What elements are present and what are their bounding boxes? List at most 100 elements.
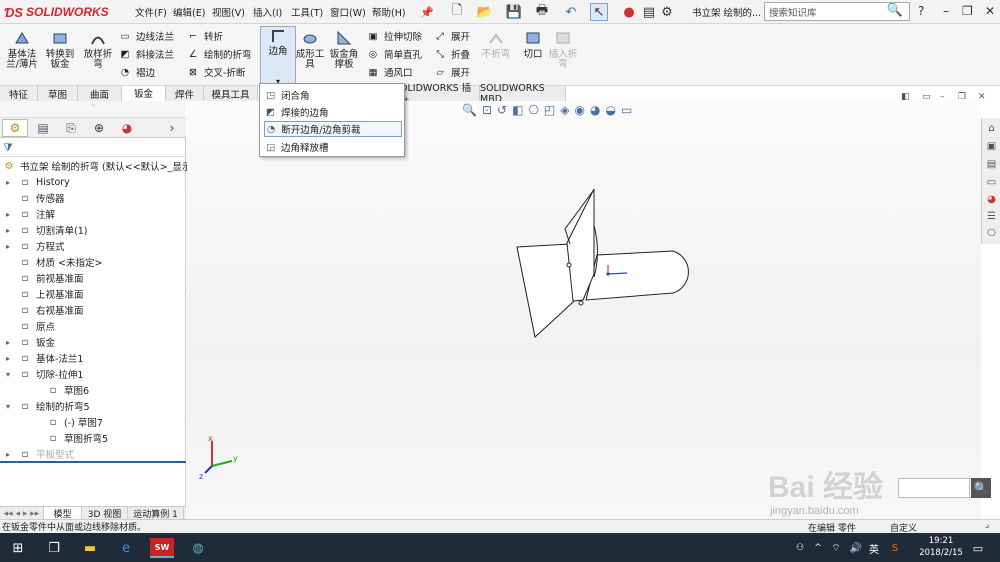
previous-view-icon[interactable]: ↺ bbox=[497, 103, 507, 123]
tree-expand-arrow[interactable]: ▸ bbox=[6, 338, 14, 347]
feature-tree-tab-icon[interactable]: ⚙ bbox=[2, 119, 28, 137]
menu-file[interactable]: 文件(F) bbox=[135, 5, 167, 19]
insert-bends-button[interactable]: 插入折 弯 bbox=[545, 28, 581, 84]
appearances-icon[interactable]: ◕ bbox=[984, 192, 999, 206]
solidworks-logo[interactable]: ƊS SOLIDWORKS bbox=[4, 3, 112, 21]
tab-mbd[interactable]: SOLIDWORKS MBD bbox=[480, 83, 566, 105]
dimxpert-tab-icon[interactable]: ⊕ bbox=[86, 119, 112, 137]
unbend-button[interactable]: 不折弯 bbox=[478, 28, 514, 84]
view-orientation-icon[interactable]: ◰ bbox=[544, 103, 555, 123]
help-icon[interactable]: ? bbox=[918, 4, 924, 18]
tree-item[interactable]: ▸ ▫ 钣金 bbox=[6, 334, 55, 350]
solidworks-taskbar-icon[interactable]: SW bbox=[150, 538, 174, 558]
tree-item[interactable]: ▫ (-) 草图7 bbox=[34, 414, 103, 430]
tray-user-icon[interactable]: ⚇ bbox=[790, 538, 810, 558]
viewport-restore-icon[interactable]: ◧ bbox=[901, 92, 910, 102]
sogou-ime-icon[interactable]: S bbox=[885, 538, 905, 558]
menu-item-closed-corner[interactable]: ◳ 闭合角 bbox=[264, 87, 402, 103]
file-explorer-taskbar-icon[interactable]: ▬ bbox=[80, 538, 100, 558]
rollback-bar[interactable] bbox=[0, 461, 186, 463]
tree-item[interactable]: ▸ ▫ 平板型式 bbox=[6, 446, 74, 462]
sketched-bend-button[interactable]: ∠ 绘制的折弯 bbox=[186, 46, 252, 62]
convert-to-sheetmetal-button[interactable]: 转换到 钣金 bbox=[42, 28, 78, 84]
tab-surfaces[interactable]: 曲面 bbox=[78, 86, 122, 101]
configuration-tab-icon[interactable]: ⎘ bbox=[58, 119, 84, 137]
pin-icon[interactable]: 📌 bbox=[418, 3, 436, 21]
viewport-close-button[interactable]: ✕ bbox=[978, 92, 986, 102]
tree-expand-arrow[interactable]: ▾ bbox=[6, 370, 14, 379]
save-icon[interactable]: 💾 bbox=[505, 3, 523, 21]
lofted-bend-button[interactable]: 放样折 弯 bbox=[80, 28, 116, 84]
fold-button[interactable]: ⤡ 折叠 bbox=[433, 46, 470, 62]
print-icon[interactable]: 🖶 bbox=[533, 3, 551, 21]
search-input[interactable]: 搜索知识库 🔍 bbox=[764, 2, 910, 21]
tab-mold-tools[interactable]: 模具工具 bbox=[204, 86, 258, 101]
select-icon[interactable]: ↖ bbox=[590, 3, 608, 21]
edge-browser-icon[interactable]: e bbox=[116, 538, 136, 558]
tray-expand-icon[interactable]: ^ bbox=[808, 538, 828, 558]
menu-edit[interactable]: 编辑(E) bbox=[173, 5, 205, 19]
hide-show-icon[interactable]: ◉ bbox=[574, 103, 584, 123]
miter-flange-button[interactable]: ◩ 斜接法兰 bbox=[118, 46, 175, 62]
zoom-to-fit-icon[interactable]: 🔍 bbox=[462, 103, 477, 123]
tree-expand-arrow[interactable]: ▸ bbox=[6, 226, 14, 235]
minimize-button[interactable]: – bbox=[943, 4, 949, 18]
tree-item[interactable]: ▫ 原点 bbox=[6, 318, 55, 334]
edge-flange-button[interactable]: ▭ 边线法兰 bbox=[118, 28, 175, 44]
menu-item-corner-relief[interactable]: ◲ 边角释放槽 bbox=[264, 139, 402, 155]
tree-expand-arrow[interactable]: ▸ bbox=[6, 178, 14, 187]
close-button[interactable]: ✕ bbox=[985, 4, 995, 18]
display-manager-tab-icon[interactable]: ◕ bbox=[114, 119, 140, 137]
tree-item[interactable]: ▾ ▫ 绘制的折弯5 bbox=[6, 398, 90, 414]
new-doc-icon[interactable]: 🗋 bbox=[448, 3, 466, 21]
filter-bar[interactable]: ⧩ bbox=[0, 139, 186, 157]
tree-expand-arrow[interactable]: ▸ bbox=[6, 210, 14, 219]
tab-weldments[interactable]: 焊件 bbox=[166, 86, 204, 101]
tree-item[interactable]: ▸ ▫ 切割清单(1) bbox=[6, 222, 87, 238]
sheetmetal-model[interactable] bbox=[516, 188, 689, 338]
zoom-area-icon[interactable]: ⊡ bbox=[482, 103, 492, 123]
tree-expand-arrow[interactable]: ▸ bbox=[6, 242, 14, 251]
menu-tools[interactable]: 工具(T) bbox=[291, 5, 323, 19]
edit-appearance-icon[interactable]: ◕ bbox=[590, 103, 600, 123]
tree-item[interactable]: ▸ ▫ 基体-法兰1 bbox=[6, 350, 83, 366]
menu-help[interactable]: 帮助(H) bbox=[372, 5, 406, 19]
design-library-icon[interactable]: ▤ bbox=[984, 157, 999, 171]
home-icon[interactable]: ⌂ bbox=[984, 121, 999, 135]
task-view-icon[interactable]: ❐ bbox=[44, 538, 64, 558]
graphics-area[interactable]: x y z bbox=[187, 101, 981, 519]
tree-item[interactable]: ▫ 上视基准面 bbox=[6, 286, 84, 302]
undo-icon[interactable]: ↶ bbox=[562, 3, 580, 21]
viewport-minimize-button[interactable]: – bbox=[940, 92, 945, 102]
search-icon[interactable]: 🔍 bbox=[887, 3, 903, 18]
forum-icon[interactable]: ⎔ bbox=[984, 226, 999, 240]
tab-features[interactable]: 特征 bbox=[0, 86, 38, 101]
apply-scene-icon[interactable]: ◒ bbox=[605, 103, 615, 123]
tree-expand-arrow[interactable]: ▾ bbox=[6, 402, 14, 411]
custom-properties-icon[interactable]: ☰ bbox=[984, 209, 999, 223]
tree-expand-arrow[interactable]: ▸ bbox=[6, 354, 14, 363]
tree-item[interactable]: ▾ ▫ 切除-拉伸1 bbox=[6, 366, 83, 382]
vent-button[interactable]: ▦ 通风口 bbox=[366, 64, 413, 80]
display-style-icon[interactable]: ◈ bbox=[560, 103, 569, 123]
options-gear-icon[interactable]: ⚙ bbox=[658, 3, 676, 21]
tree-item[interactable]: ▫ 传感器 bbox=[6, 190, 65, 206]
corner-button[interactable]: 边角 ▾ bbox=[260, 26, 296, 86]
tree-item[interactable]: ▸ ▫ 注解 bbox=[6, 206, 55, 222]
file-explorer-icon[interactable]: ▭ bbox=[984, 175, 999, 189]
wifi-icon[interactable]: ⌔ bbox=[826, 538, 846, 558]
filter-icon[interactable]: ⧩ bbox=[3, 141, 13, 155]
tree-item[interactable]: ▫ 右视基准面 bbox=[6, 302, 84, 318]
tree-item[interactable]: ▫ 材质 <未指定> bbox=[6, 254, 103, 270]
jog-button[interactable]: ⌐ 转折 bbox=[186, 28, 223, 44]
notification-icon[interactable]: ▭ bbox=[968, 538, 988, 558]
volume-icon[interactable]: 🔊 bbox=[846, 538, 866, 558]
menu-window[interactable]: 窗口(W) bbox=[330, 5, 366, 19]
windows-start-icon[interactable]: ⊞ bbox=[8, 538, 28, 558]
simple-hole-button[interactable]: ◎ 简单直孔 bbox=[366, 46, 422, 62]
menu-item-break-corner[interactable]: ◔ 断开边角/边角剪裁 bbox=[264, 121, 402, 137]
tab-sketch[interactable]: 草图 bbox=[38, 86, 78, 101]
resize-grip-icon[interactable]: ⌟ bbox=[985, 520, 989, 530]
hem-button[interactable]: ◔ 褶边 bbox=[118, 64, 155, 80]
file-properties-icon[interactable]: ▤ bbox=[640, 3, 658, 21]
